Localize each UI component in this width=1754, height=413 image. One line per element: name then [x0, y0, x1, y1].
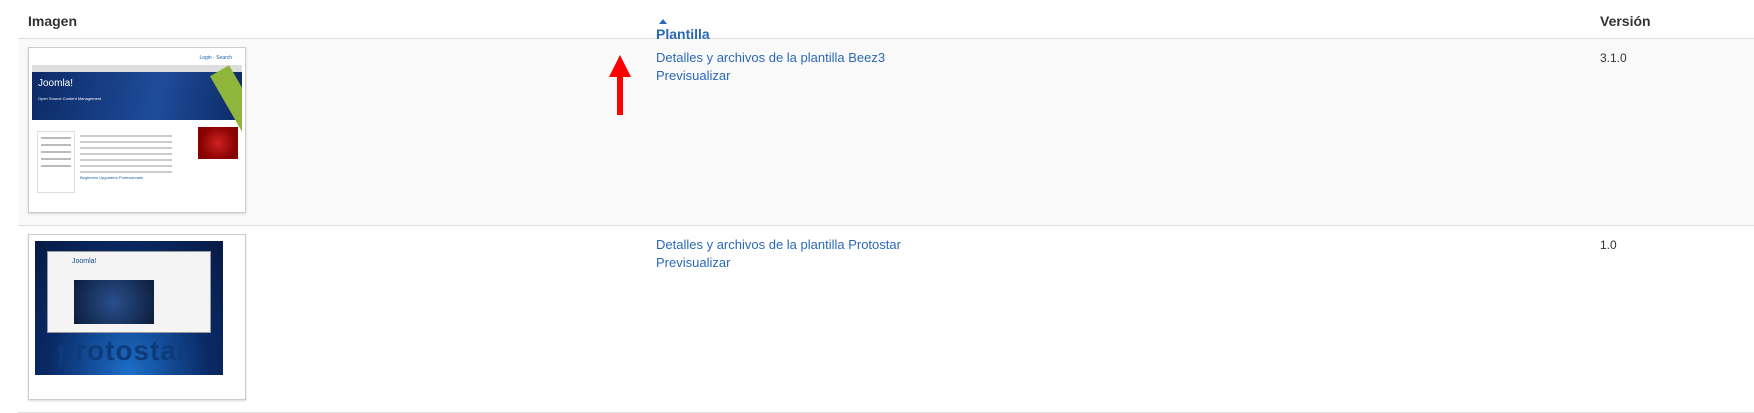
red-arrow-annotation-icon [609, 55, 631, 115]
table-row-beez3: Login · Search Joomla! Open Source Conte… [18, 39, 1754, 226]
template-links-protostar: Detalles y archivos de la plantilla Prot… [656, 236, 901, 272]
protostar-video-frame [74, 280, 154, 324]
beez3-content [80, 131, 172, 177]
col-header-template-sort[interactable]: Plantilla [656, 13, 710, 42]
template-version-beez3: 3.1.0 [1600, 51, 1627, 65]
protostar-joomla-logo: Joomla! [72, 258, 97, 265]
template-thumbnail-beez3[interactable]: Login · Search Joomla! Open Source Conte… [28, 47, 246, 213]
table-row-protostar: Joomla! protostar Detalles y archivos de… [18, 226, 1754, 413]
template-preview-link-beez3[interactable]: Previsualizar [656, 67, 885, 85]
beez3-preview-image: Login · Search Joomla! Open Source Conte… [32, 51, 242, 209]
protostar-wordmark: protostar [57, 335, 189, 366]
templates-table: Imagen Plantilla Versión Login · Search … [18, 0, 1754, 413]
col-header-version: Versión [1600, 13, 1651, 29]
protostar-screen: Joomla! [47, 251, 211, 333]
template-details-link-beez3[interactable]: Detalles y archivos de la plantilla Beez… [656, 49, 885, 67]
beez3-red-image [198, 127, 238, 159]
template-preview-link-protostar[interactable]: Previsualizar [656, 254, 901, 272]
template-thumbnail-protostar[interactable]: Joomla! protostar [28, 234, 246, 400]
table-header: Imagen Plantilla Versión [18, 0, 1754, 42]
protostar-preview-image: Joomla! protostar [35, 241, 223, 375]
sort-asc-icon [659, 19, 667, 24]
template-details-link-protostar[interactable]: Detalles y archivos de la plantilla Prot… [656, 236, 901, 254]
beez3-site-subtitle: Open Source Content Management [38, 96, 102, 101]
template-version-protostar: 1.0 [1600, 238, 1617, 252]
beez3-top-links: Login · Search [32, 51, 242, 65]
beez3-sidebar [37, 131, 75, 193]
beez3-banner: Joomla! Open Source Content Management [32, 65, 242, 137]
beez3-footer-columns: Beginners Upgraders Professionals [80, 175, 143, 180]
beez3-site-title: Joomla! [38, 78, 74, 89]
beez3-nav-bar [32, 65, 242, 72]
col-header-image: Imagen [28, 13, 78, 29]
template-links-beez3: Detalles y archivos de la plantilla Beez… [656, 49, 885, 85]
